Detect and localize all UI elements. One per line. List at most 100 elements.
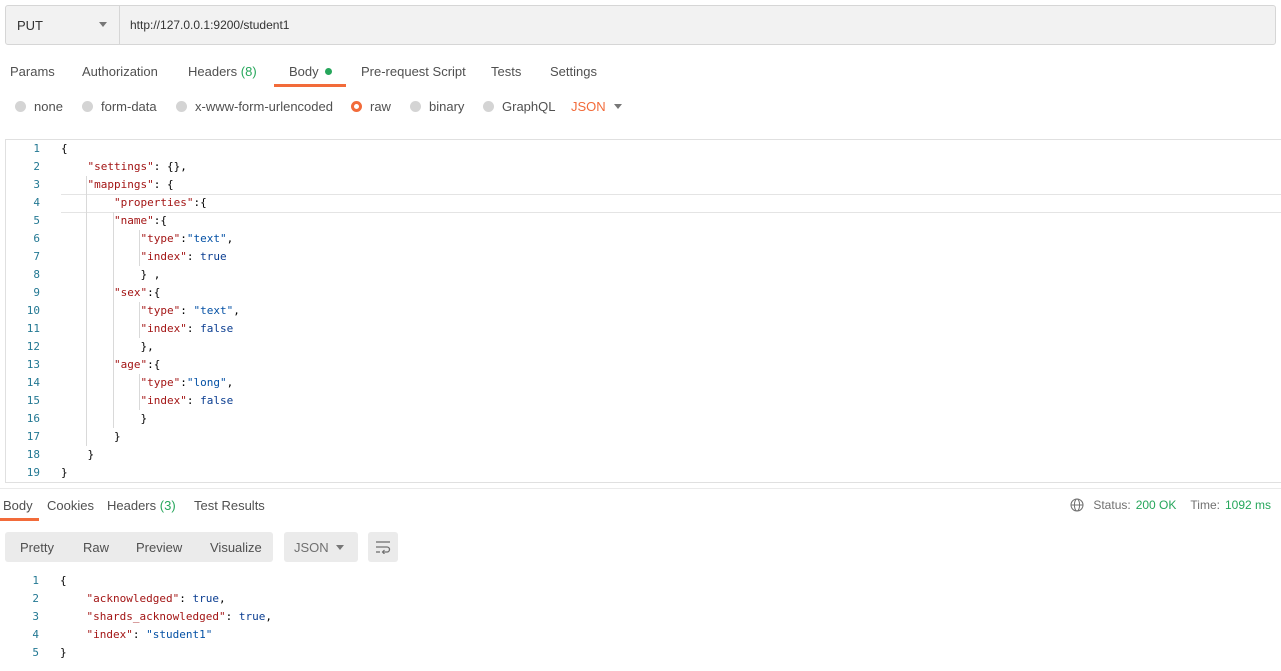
- radio-none[interactable]: none: [15, 99, 63, 114]
- code-text: "type":"long",: [140, 376, 234, 389]
- tab-pre-request-script[interactable]: Pre-request Script: [361, 64, 466, 79]
- section-divider: [0, 488, 1281, 489]
- method-select[interactable]: PUT: [6, 6, 120, 44]
- line-number: 19: [26, 466, 40, 479]
- line-number: 4: [32, 628, 39, 641]
- response-body-viewer[interactable]: 1 {2 "acknowledged": true, 3 "shards_ackno…: [5, 572, 705, 671]
- line-number: 2: [33, 160, 40, 173]
- tab-cookies[interactable]: Cookies: [47, 498, 94, 513]
- view-visualize[interactable]: Visualize: [210, 540, 262, 555]
- code-text: }: [60, 646, 67, 659]
- radio-x-www-form-urlencoded[interactable]: x-www-form-urlencoded: [176, 99, 333, 114]
- code-text: "shards_acknowledged": true,: [86, 610, 272, 623]
- line-number: 8: [33, 268, 40, 281]
- line-number: 3: [32, 610, 39, 623]
- response-format-dropdown[interactable]: JSON: [284, 532, 358, 562]
- code-text: "type": "text",: [140, 304, 240, 317]
- line-number: 6: [33, 232, 40, 245]
- code-text: "index": true: [140, 250, 227, 263]
- response-format-label: JSON: [294, 540, 329, 555]
- tab-label: Headers: [188, 64, 238, 79]
- code-text: "acknowledged": true,: [86, 592, 226, 605]
- code-text: {: [61, 142, 68, 155]
- line-number: 14: [26, 376, 40, 389]
- tab-label: Cookies: [47, 498, 94, 513]
- line-number: 4: [33, 196, 40, 209]
- url-input[interactable]: http://127.0.0.1:9200/student1: [120, 6, 1275, 44]
- wrap-lines-button[interactable]: [368, 532, 398, 562]
- code-text: }: [61, 430, 121, 443]
- tab-response-body[interactable]: Body: [3, 498, 33, 513]
- tab-label: Settings: [550, 64, 597, 79]
- response-tabs: Body Cookies Headers (3) Test Results: [0, 497, 700, 521]
- line-number: 15: [26, 394, 40, 407]
- tab-tests[interactable]: Tests: [491, 64, 521, 79]
- tab-authorization[interactable]: Authorization: [82, 64, 158, 79]
- line-number: 5: [33, 214, 40, 227]
- line-number: 13: [26, 358, 40, 371]
- code-text: }: [61, 466, 68, 479]
- tab-label: Tests: [491, 64, 522, 79]
- line-number: 7: [33, 250, 40, 263]
- tab-count: (3): [159, 498, 176, 513]
- tab-settings[interactable]: Settings: [550, 64, 597, 79]
- tab-test-results[interactable]: Test Results: [194, 498, 265, 513]
- body-type-options: none form-data x-www-form-urlencoded raw…: [0, 99, 700, 119]
- line-number: 1: [33, 142, 40, 155]
- radio-label: binary: [429, 99, 465, 114]
- chevron-down-icon: [99, 22, 107, 27]
- view-raw[interactable]: Raw: [83, 540, 109, 555]
- line-number: 10: [26, 304, 40, 317]
- time-value[interactable]: 1092 ms: [1225, 498, 1271, 512]
- radio-label: x-www-form-urlencoded: [195, 99, 333, 114]
- radio-circle-icon: [176, 101, 187, 112]
- code-text: "settings": {},: [87, 160, 187, 173]
- line-number: 2: [32, 592, 39, 605]
- view-pretty[interactable]: Pretty: [20, 540, 54, 555]
- code-text: "index": false: [140, 394, 234, 407]
- radio-graphql[interactable]: GraphQL: [483, 99, 555, 114]
- request-tabs: Params Authorization Headers (8) Body Pr…: [0, 62, 700, 88]
- tab-label: Test Results: [194, 498, 265, 513]
- code-text: "mappings": {: [87, 178, 174, 191]
- tab-count: (8): [240, 64, 257, 79]
- tab-label: Params: [10, 64, 55, 79]
- response-meta: Status: 200 OK Time: 1092 ms: [1070, 498, 1271, 512]
- tab-response-headers[interactable]: Headers (3): [107, 498, 176, 513]
- tab-label: Authorization: [82, 64, 158, 79]
- status-value[interactable]: 200 OK: [1136, 498, 1177, 512]
- tab-label: Body: [3, 498, 33, 513]
- code-text: },: [61, 340, 154, 353]
- view-preview[interactable]: Preview: [136, 540, 182, 555]
- code-text: {: [60, 574, 67, 587]
- active-tab-indicator: [0, 518, 39, 521]
- raw-format-dropdown[interactable]: JSON: [571, 99, 622, 114]
- current-line-highlight: [61, 194, 1281, 213]
- radio-label: none: [34, 99, 63, 114]
- line-number: 1: [32, 574, 39, 587]
- radio-circle-icon: [410, 101, 421, 112]
- globe-icon[interactable]: [1070, 498, 1084, 512]
- request-body-editor[interactable]: 1 {2 "settings": {}, 3 "mappings": {4 "pro…: [5, 139, 1281, 483]
- code-text: }: [61, 412, 148, 425]
- radio-raw[interactable]: raw: [351, 99, 391, 114]
- request-url-bar: PUT http://127.0.0.1:9200/student1: [5, 5, 1276, 45]
- code-text: "name":{: [113, 214, 167, 227]
- line-number: 11: [26, 322, 40, 335]
- tab-headers[interactable]: Headers (8): [188, 64, 257, 79]
- active-tab-indicator: [274, 84, 346, 87]
- tab-label: Body: [289, 64, 319, 79]
- radio-label: raw: [370, 99, 391, 114]
- radio-selected-icon: [351, 101, 362, 112]
- radio-binary[interactable]: binary: [410, 99, 464, 114]
- code-text: "sex":{: [113, 286, 161, 299]
- tab-body[interactable]: Body: [289, 64, 332, 79]
- line-number: 5: [32, 646, 39, 659]
- tab-params[interactable]: Params: [10, 64, 55, 79]
- radio-form-data[interactable]: form-data: [82, 99, 157, 114]
- line-number: 12: [26, 340, 40, 353]
- code-text: "age":{: [113, 358, 161, 371]
- code-text: "properties":{: [113, 196, 207, 209]
- radio-circle-icon: [15, 101, 26, 112]
- method-label: PUT: [17, 17, 43, 33]
